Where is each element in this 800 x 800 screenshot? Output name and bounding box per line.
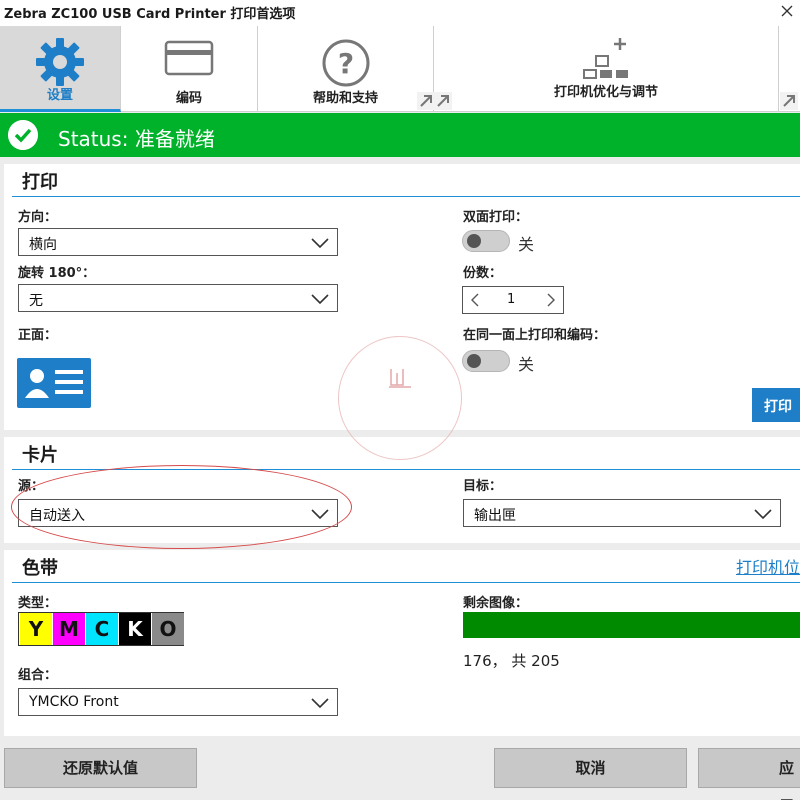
ribbon-panel: Y <box>20 613 52 645</box>
window-title: Zebra ZC100 USB Card Printer 打印首选项 <box>4 7 296 22</box>
expand-corner-icon <box>780 92 798 110</box>
check-circle-icon <box>8 120 38 150</box>
chevron-left-icon[interactable] <box>469 293 481 307</box>
copies-value: 1 <box>507 292 516 307</box>
close-icon[interactable] <box>780 4 794 18</box>
watermark-logo-icon <box>389 369 411 388</box>
card-heading: 卡片 <box>22 445 58 466</box>
tab-help-label: 帮助和支持 <box>312 91 378 106</box>
combo-value: YMCKO Front <box>29 694 119 710</box>
target-value: 输出匣 <box>474 508 516 524</box>
id-card-icon[interactable] <box>17 358 91 408</box>
section-divider <box>12 582 800 583</box>
duplex-toggle[interactable] <box>462 230 510 252</box>
toggle-knob <box>467 234 481 248</box>
tab-printer-tuning-label: 打印机优化与调节 <box>553 85 658 100</box>
chevron-right-icon[interactable] <box>545 293 557 307</box>
same-side-toggle[interactable] <box>462 350 510 372</box>
same-side-label: 在同一面上打印和编码： <box>463 328 607 343</box>
chevron-down-icon <box>311 509 329 520</box>
help-icon: ? <box>322 39 369 87</box>
status-text: Status: 准备就绪 <box>58 127 215 151</box>
chevron-down-icon <box>754 509 772 520</box>
ribbon-type-label: 类型： <box>18 596 58 611</box>
tab-settings[interactable]: 设置 <box>0 26 121 112</box>
ribbon-heading: 色带 <box>22 558 58 579</box>
combo-select[interactable]: YMCKO Front <box>18 688 338 716</box>
expand-corner-icon <box>417 92 435 110</box>
target-label: 目标： <box>463 479 503 494</box>
orientation-select[interactable]: 横向 <box>18 228 338 256</box>
cancel-button[interactable]: 取消 <box>494 748 687 788</box>
chevron-down-icon <box>311 698 329 709</box>
tab-strip: 设置 编码 ? 帮助和支持 打印机优化与调节 <box>0 26 800 112</box>
copies-stepper[interactable]: 1 <box>462 286 564 314</box>
printer-link[interactable]: 打印机位 <box>736 554 800 578</box>
tab-encoding-label: 编码 <box>175 91 202 106</box>
tab-encoding[interactable]: 编码 <box>121 26 258 112</box>
orientation-label: 方向： <box>18 210 58 225</box>
duplex-label: 双面打印： <box>463 210 529 225</box>
copies-label: 份数： <box>463 266 503 281</box>
source-value: 自动送入 <box>29 508 85 524</box>
footer-bar: 还原默认值 取消 应用 <box>0 742 800 800</box>
rotate-label: 旋转 180°： <box>18 266 96 281</box>
watermark-seal <box>338 336 462 460</box>
remaining-progress-bar <box>463 612 800 638</box>
ribbon-panel: O <box>152 613 184 645</box>
print-button[interactable]: 打印 <box>752 388 800 422</box>
card-icon <box>164 40 214 76</box>
ribbon-type-swatch: Y M C K O <box>18 612 184 646</box>
target-select[interactable]: 输出匣 <box>463 499 781 527</box>
combo-label: 组合： <box>18 668 58 683</box>
ribbon-panel: C <box>86 613 118 645</box>
rotate-value: 无 <box>29 293 43 309</box>
apply-button[interactable]: 应用 <box>698 748 800 800</box>
chevron-down-icon <box>311 294 329 305</box>
ribbon-panel: K <box>119 613 151 645</box>
tab-settings-label: 设置 <box>46 88 73 103</box>
svg-text:?: ? <box>337 47 353 80</box>
orientation-value: 横向 <box>29 237 57 253</box>
section-divider <box>12 469 800 470</box>
print-heading: 打印 <box>22 172 58 193</box>
restore-defaults-button[interactable]: 还原默认值 <box>4 748 197 788</box>
toggle-knob <box>467 354 481 368</box>
source-label: 源： <box>18 479 45 494</box>
section-divider <box>12 196 800 197</box>
front-label: 正面： <box>18 328 58 343</box>
tab-overflow[interactable] <box>779 26 800 112</box>
remaining-text: 176， 共 205 <box>463 652 560 670</box>
expand-corner-icon <box>434 92 452 110</box>
ribbon-section: 色带 打印机位 类型： Y M C K O 组合： YMCKO Front 剩余… <box>4 550 800 736</box>
gear-icon <box>36 38 84 86</box>
printer-tuning-icon <box>583 38 628 79</box>
remaining-label: 剩余图像： <box>463 596 529 611</box>
chevron-down-icon <box>311 238 329 249</box>
title-bar: Zebra ZC100 USB Card Printer 打印首选项 <box>0 0 800 26</box>
source-select[interactable]: 自动送入 <box>18 499 338 527</box>
apply-button-label: 应用 <box>779 759 795 800</box>
tab-printer-tuning[interactable]: 打印机优化与调节 <box>434 26 779 112</box>
ribbon-panel: M <box>53 613 85 645</box>
duplex-state: 关 <box>518 235 535 254</box>
tab-help[interactable]: ? 帮助和支持 <box>258 26 435 112</box>
same-side-state: 关 <box>518 355 535 374</box>
status-bar: Status: 准备就绪 <box>0 113 800 157</box>
rotate-select[interactable]: 无 <box>18 284 338 312</box>
